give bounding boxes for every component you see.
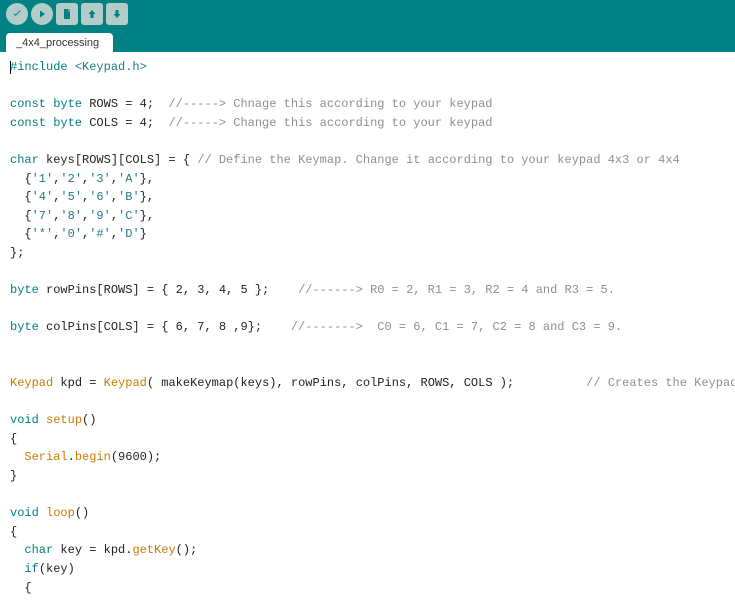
arrow-up-icon <box>86 8 98 20</box>
code-editor[interactable]: #include <Keypad.h> const byte ROWS = 4;… <box>0 52 735 600</box>
open-button[interactable] <box>81 3 103 25</box>
tab-sketch[interactable]: _4x4_processing <box>6 33 113 52</box>
toolbar <box>0 0 735 28</box>
file-icon <box>61 8 73 20</box>
save-button[interactable] <box>106 3 128 25</box>
arrow-down-icon <box>111 8 123 20</box>
arrow-right-icon <box>36 8 48 20</box>
verify-button[interactable] <box>6 3 28 25</box>
new-button[interactable] <box>56 3 78 25</box>
upload-button[interactable] <box>31 3 53 25</box>
tab-bar: _4x4_processing <box>0 28 735 52</box>
check-icon <box>11 8 23 20</box>
